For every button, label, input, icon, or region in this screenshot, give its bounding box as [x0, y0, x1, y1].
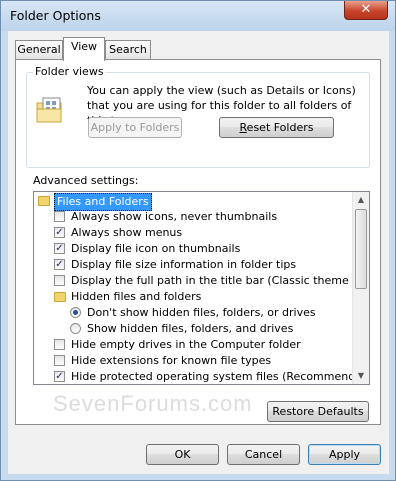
scroll-down-arrow-icon[interactable]: ▼ — [353, 368, 369, 384]
option-label: Hidden files and folders — [71, 290, 202, 303]
ok-button[interactable]: OK — [146, 444, 219, 465]
reset-folders-button[interactable]: Reset Folders — [219, 117, 334, 138]
scroll-up-arrow-icon[interactable]: ▲ — [353, 192, 369, 208]
radio[interactable] — [70, 323, 81, 334]
tab-search-label: Search — [109, 43, 147, 56]
folder-icon — [38, 196, 50, 206]
checkbox-checked[interactable]: ✓ — [54, 259, 65, 270]
apply-button[interactable]: Apply — [308, 444, 381, 465]
checkbox[interactable] — [54, 275, 65, 286]
option-label: Display the full path in the title bar (… — [71, 274, 370, 287]
restore-defaults-button[interactable]: Restore Defaults — [267, 401, 369, 422]
option-label: Always show icons, never thumbnails — [71, 210, 278, 223]
tab-general-label: General — [17, 43, 61, 56]
folder-icon — [54, 292, 66, 302]
option-label: Display file size information in folder … — [71, 258, 297, 271]
dialog-body: General View Search Folder views You can… — [8, 31, 389, 474]
option-label: Hide protected operating system files (R… — [71, 370, 370, 383]
folder-options-window: Folder Options ✕ General View Search Fol… — [0, 0, 396, 481]
restore-defaults-label: Restore Defaults — [272, 405, 364, 418]
tree-scrollbar[interactable]: ▲ ▼ — [352, 192, 369, 384]
folder-view-icon — [36, 97, 62, 123]
apply-to-folders-button[interactable]: Apply to Folders — [88, 117, 182, 138]
radio-selected[interactable] — [70, 307, 81, 318]
option-label: Don't show hidden files, folders, or dri… — [87, 306, 316, 319]
view-tab-panel: Folder views You can apply the view (suc… — [15, 59, 381, 425]
window-title: Folder Options — [10, 8, 101, 23]
tab-general[interactable]: General — [15, 40, 63, 59]
checkbox[interactable] — [54, 355, 65, 366]
cancel-button[interactable]: Cancel — [227, 444, 300, 465]
ok-label: OK — [174, 448, 191, 461]
checkbox-checked[interactable]: ✓ — [54, 371, 65, 382]
checkbox-checked[interactable]: ✓ — [54, 243, 65, 254]
cancel-label: Cancel — [244, 448, 283, 461]
apply-label: Apply — [328, 448, 361, 461]
option-label: Display file icon on thumbnails — [71, 242, 241, 255]
checkbox[interactable] — [54, 211, 65, 222]
option-label: Hide empty drives in the Computer folder — [71, 338, 301, 351]
scroll-thumb[interactable] — [355, 209, 367, 289]
option-label: Hide extensions for known file types — [71, 354, 272, 367]
checkbox[interactable] — [54, 339, 65, 350]
checkbox-checked[interactable]: ✓ — [54, 227, 65, 238]
option-label: Always show menus — [71, 226, 183, 239]
folder-views-label: Folder views — [33, 65, 106, 78]
tab-search[interactable]: Search — [105, 40, 151, 59]
advanced-settings-tree[interactable]: Files and Folders Always show icons, nev… — [33, 191, 370, 385]
folder-views-group: Folder views You can apply the view (suc… — [26, 65, 370, 168]
reset-folders-label: Reset Folders — [239, 121, 314, 134]
close-icon: ✕ — [360, 2, 372, 17]
watermark: SevenForums.com — [53, 391, 253, 416]
tab-view-label: View — [70, 40, 98, 53]
tab-view[interactable]: View — [63, 37, 105, 61]
close-button[interactable]: ✕ — [344, 1, 388, 20]
option-label: Show hidden files, folders, and drives — [87, 322, 294, 335]
advanced-settings-label: Advanced settings: — [33, 174, 139, 187]
apply-to-folders-label: Apply to Folders — [90, 121, 180, 134]
title-bar[interactable]: Folder Options ✕ — [1, 1, 395, 31]
